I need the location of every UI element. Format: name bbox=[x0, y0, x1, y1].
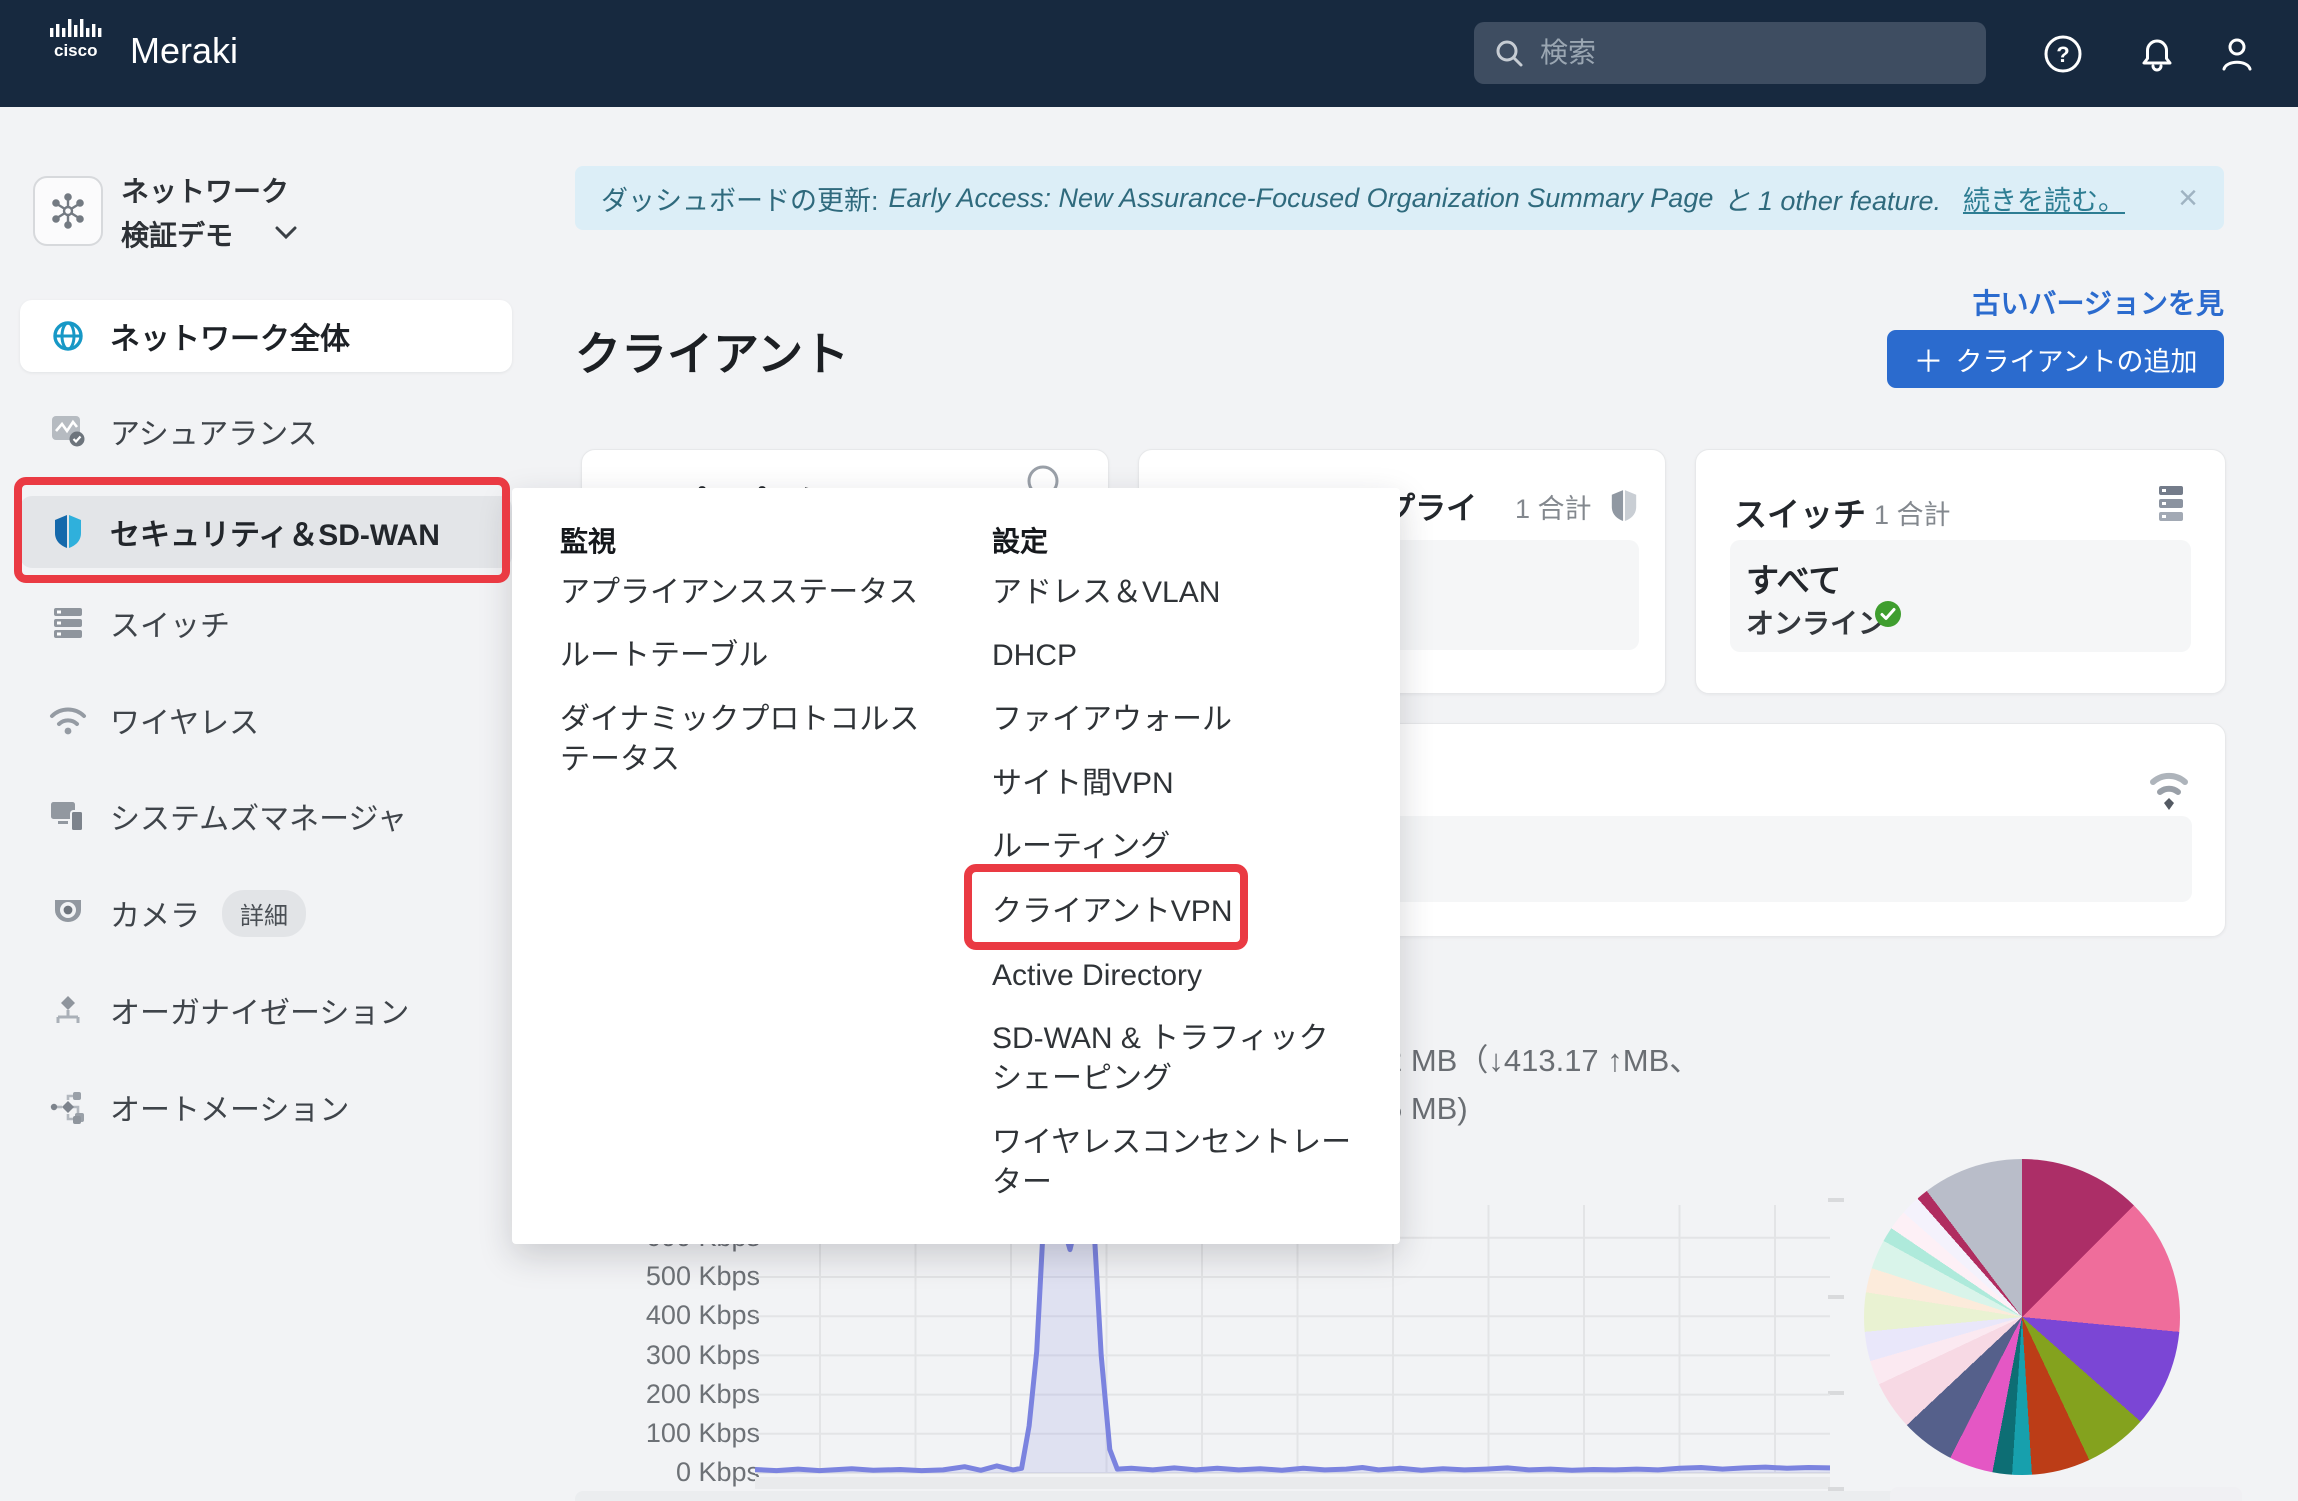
add-client-button[interactable]: ＋ クライアントの追加 bbox=[1887, 330, 2224, 388]
search-icon bbox=[1494, 38, 1524, 68]
sidebar-item-switch[interactable]: スイッチ bbox=[20, 587, 512, 659]
banner-prefix: ダッシュボードの更新: bbox=[601, 179, 879, 218]
dashboard-update-banner: ダッシュボードの更新: Early Access: New Assurance-… bbox=[575, 166, 2224, 230]
security-sdwan-flyout-menu: 監視 アプライアンスステータス ルートテーブル ダイナミックプロトコルステータス… bbox=[512, 488, 1400, 1244]
ytick-200: 200 Kbps bbox=[600, 1379, 760, 1411]
sidebar-item-label: カメラ bbox=[110, 891, 200, 935]
sidebar-item-label: オーガナイゼーション bbox=[110, 988, 409, 1032]
global-search[interactable] bbox=[1474, 22, 1986, 84]
sidebar-item-label: ネットワーク全体 bbox=[110, 314, 350, 358]
plus-icon: ＋ bbox=[1914, 337, 1944, 381]
sidebar-item-label: オートメーション bbox=[110, 1085, 349, 1129]
selector-network-name: 検証デモ bbox=[121, 214, 233, 254]
account-icon[interactable] bbox=[2216, 33, 2258, 75]
flyout-settings-header: 設定 bbox=[992, 520, 1048, 560]
menu-item-address-vlan[interactable]: アドレス＆VLAN bbox=[992, 573, 1362, 613]
svg-text:cisco: cisco bbox=[54, 41, 97, 58]
ytick-100: 100 Kbps bbox=[600, 1418, 760, 1450]
menu-item-sdwan-traffic-shaping[interactable]: SD-WAN & トラフィックシェーピング bbox=[992, 1019, 1352, 1099]
application-usage-pie-chart bbox=[1864, 1159, 2180, 1475]
switch-stack-icon bbox=[2149, 486, 2183, 526]
usage-line1: 2 MB（↓413.17 ↑MB、 bbox=[1385, 1037, 1700, 1085]
chevron-down-icon bbox=[275, 226, 297, 240]
menu-item-site-to-site-vpn[interactable]: サイト間VPN bbox=[992, 764, 1362, 804]
sidebar-item-label: スイッチ bbox=[110, 601, 230, 645]
menu-item-firewall[interactable]: ファイアウォール bbox=[992, 700, 1362, 740]
brand-name: Meraki bbox=[130, 30, 238, 72]
banner-feature: Early Access: New Assurance-Focused Orga… bbox=[889, 183, 1714, 214]
menu-item-appliance-status[interactable]: アプライアンスステータス bbox=[560, 573, 930, 613]
globe-icon bbox=[48, 318, 88, 354]
switch-stack-icon bbox=[48, 606, 88, 640]
flyout-monitor-header: 監視 bbox=[560, 520, 616, 560]
page-title: クライアント bbox=[575, 318, 849, 384]
status-all-label: すべて bbox=[1746, 554, 1841, 602]
tick-dash bbox=[1828, 1295, 1844, 1299]
menu-item-route-table[interactable]: ルートテーブル bbox=[560, 636, 930, 676]
ytick-0: 0 Kbps bbox=[600, 1457, 760, 1489]
switch-card: スイッチ 1 合計 すべて オンライン bbox=[1695, 449, 2226, 694]
ytick-500: 500 Kbps bbox=[600, 1261, 760, 1293]
sidebar-item-systems-manager[interactable]: システムズマネージャ bbox=[20, 780, 512, 852]
sidebar-item-label: アシュアランス bbox=[110, 409, 318, 453]
annotation-box-security-sdwan bbox=[14, 477, 510, 583]
assurance-icon bbox=[48, 414, 88, 448]
devices-icon bbox=[48, 799, 88, 833]
card-title: スイッチ bbox=[1734, 488, 1866, 536]
wifi-icon bbox=[48, 704, 88, 736]
camera-icon bbox=[48, 896, 88, 930]
switch-status-panel: すべて オンライン bbox=[1730, 540, 2191, 652]
automation-icon bbox=[48, 1089, 88, 1125]
sidebar-item-wireless[interactable]: ワイヤレス bbox=[20, 684, 512, 756]
banner-close-icon[interactable]: × bbox=[2178, 179, 2198, 218]
notifications-bell-icon[interactable] bbox=[2136, 33, 2178, 75]
sidebar-item-network-wide[interactable]: ネットワーク全体 bbox=[20, 300, 512, 372]
cisco-logo: cisco bbox=[44, 16, 122, 63]
sidebar-item-camera[interactable]: カメラ 詳細 bbox=[20, 877, 512, 949]
add-client-label: クライアントの追加 bbox=[1956, 340, 2198, 379]
wifi-icon bbox=[2143, 764, 2195, 812]
shield-icon bbox=[1609, 488, 1639, 524]
tick-dash bbox=[1828, 1391, 1844, 1395]
top-navigation-bar: cisco Meraki ? bbox=[0, 0, 2298, 107]
organization-icon bbox=[48, 993, 88, 1027]
network-selector[interactable]: ネットワーク 検証デモ bbox=[33, 170, 503, 270]
menu-item-routing[interactable]: ルーティング bbox=[992, 827, 1362, 867]
menu-item-dynamic-protocol-status[interactable]: ダイナミックプロトコルステータス bbox=[560, 700, 920, 780]
sidebar-item-assurance[interactable]: アシュアランス bbox=[20, 395, 512, 467]
usage-summary: 2 MB（↓413.17 ↑MB、 5 MB) bbox=[1385, 1037, 1700, 1133]
card-total: 1 合計 bbox=[1874, 493, 1951, 532]
next-section-edge bbox=[1890, 1487, 2242, 1501]
ytick-300: 300 Kbps bbox=[600, 1340, 760, 1372]
selector-type-label: ネットワーク bbox=[121, 170, 289, 210]
banner-suffix: と 1 other feature. bbox=[1723, 179, 1941, 218]
status-online-label: オンライン bbox=[1746, 602, 1886, 642]
menu-item-active-directory[interactable]: Active Directory bbox=[992, 956, 1362, 996]
sidebar-item-label: ワイヤレス bbox=[110, 698, 259, 742]
network-hub-icon bbox=[33, 176, 103, 246]
meraki-dashboard: トップアプリケーション セキュリティアプライ 1 合計 スイッチ 1 合計 すべ… bbox=[0, 0, 2298, 1501]
menu-item-wireless-concentrator[interactable]: ワイヤレスコンセントレーター bbox=[992, 1123, 1352, 1203]
sidebar-item-automation[interactable]: オートメーション bbox=[20, 1071, 512, 1143]
online-check-icon bbox=[1874, 600, 1902, 628]
svg-text:?: ? bbox=[2056, 42, 2069, 67]
annotation-box-client-vpn bbox=[964, 864, 1248, 950]
usage-line2: 5 MB) bbox=[1385, 1085, 1700, 1133]
card-total: 1 合計 bbox=[1515, 487, 1592, 526]
read-more-link[interactable]: 続きを読む。 bbox=[1963, 179, 2125, 218]
help-icon[interactable]: ? bbox=[2042, 33, 2084, 75]
camera-detail-badge: 詳細 bbox=[222, 890, 306, 937]
search-input[interactable] bbox=[1538, 36, 1922, 70]
sidebar-item-label: システムズマネージャ bbox=[110, 794, 407, 838]
ytick-400: 400 Kbps bbox=[600, 1300, 760, 1332]
sidebar-item-organization[interactable]: オーガナイゼーション bbox=[20, 974, 512, 1046]
menu-item-dhcp[interactable]: DHCP bbox=[992, 636, 1362, 676]
tick-dash bbox=[1828, 1198, 1844, 1202]
